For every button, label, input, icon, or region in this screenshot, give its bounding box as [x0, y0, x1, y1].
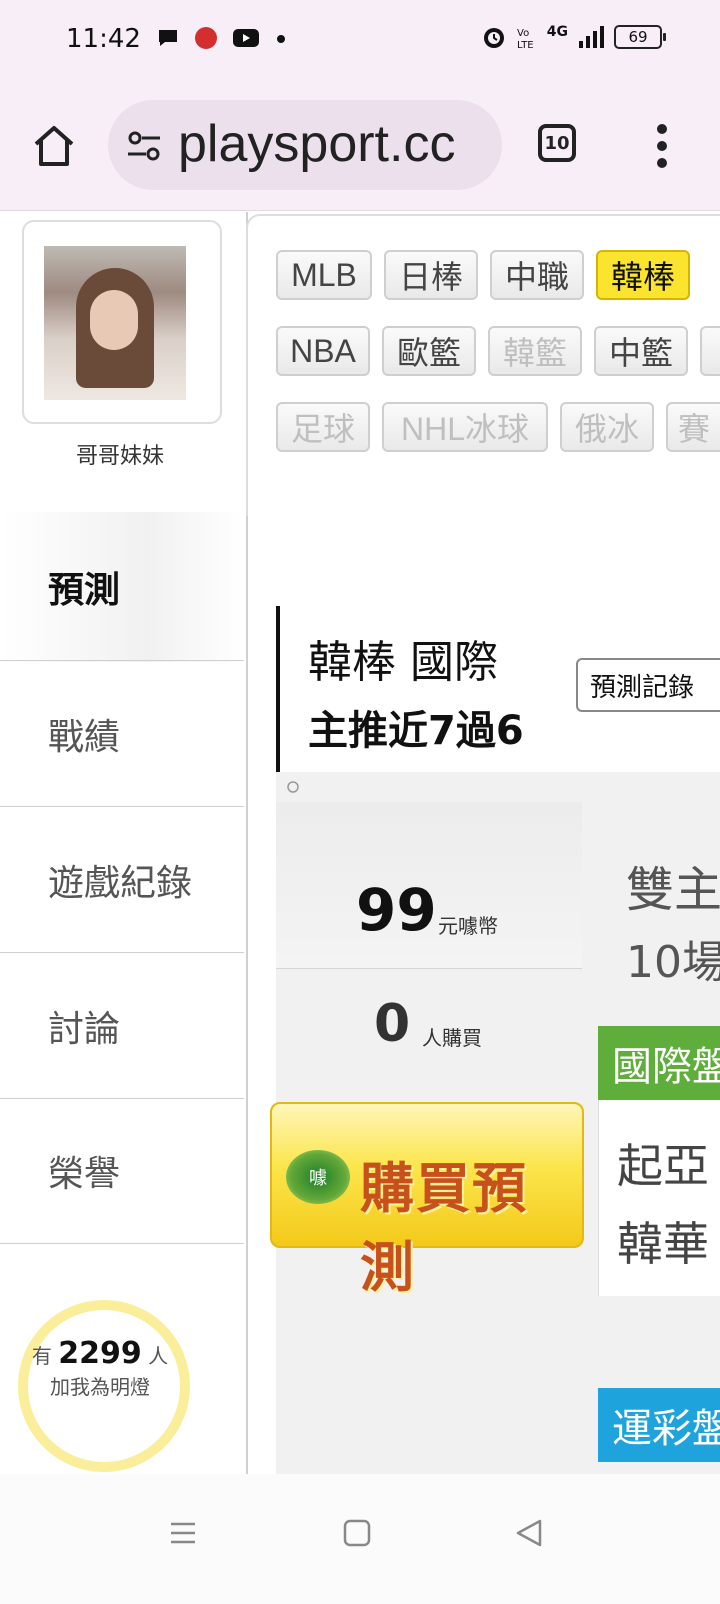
avatar-face	[90, 290, 138, 350]
url-text[interactable]: playsport.cc	[178, 114, 455, 174]
prediction-detail-column: 雙主 10場 國際盤 起亞 韓華 運彩盤	[598, 772, 720, 1474]
intl-odds-header: 國際盤	[598, 1026, 720, 1100]
prediction-record-button[interactable]: 預測記錄	[576, 658, 720, 712]
tab-switcher-button[interactable]: 10	[538, 124, 576, 162]
address-bar[interactable]: playsport.cc	[108, 100, 502, 190]
home-icon[interactable]	[30, 122, 78, 170]
back-icon[interactable]	[514, 1518, 544, 1548]
sportslottery-odds-header: 運彩盤	[598, 1388, 720, 1462]
app-notification-icon	[195, 27, 217, 49]
sidebar-item-record[interactable]: 戰績	[0, 660, 244, 806]
youtube-icon	[233, 29, 259, 47]
league-chip-euro-basketball[interactable]: 歐籃	[382, 326, 476, 376]
league-chip-nba[interactable]: NBA	[276, 326, 370, 376]
site-settings-icon[interactable]	[126, 128, 162, 164]
league-chip-khl: 俄冰	[560, 402, 654, 452]
league-chip-cba[interactable]: 中籃	[594, 326, 688, 376]
follow-suffix: 人	[148, 1344, 169, 1368]
price-divider	[276, 968, 582, 969]
profile-card[interactable]	[22, 220, 222, 424]
coin-seal-icon: 噱	[286, 1150, 350, 1204]
username[interactable]: 哥哥妹妹	[0, 438, 240, 470]
buy-prediction-label: 購買預測	[360, 1157, 528, 1299]
buy-prediction-button[interactable]: 噱 購買預測	[270, 1102, 584, 1299]
buyers-count: 0	[374, 994, 411, 1054]
svg-text:LTE: LTE	[517, 40, 534, 50]
overflow-menu-icon[interactable]	[654, 124, 670, 168]
league-chip-soccer: 足球	[276, 402, 370, 452]
sidebar-item-game-log[interactable]: 遊戲紀錄	[0, 806, 244, 952]
sidebar-item-honor[interactable]: 榮譽	[0, 1098, 244, 1244]
league-chip-more: 賽	[666, 402, 720, 452]
battery-level: 69	[628, 28, 648, 46]
follow-count: 2299	[58, 1336, 142, 1371]
status-right-group: Vo LTE 4G 69	[481, 24, 666, 50]
prediction-streak: 主推近7過6	[308, 708, 524, 754]
avatar[interactable]	[44, 246, 186, 400]
svg-text:Vo: Vo	[517, 28, 529, 39]
system-nav-bar	[0, 1474, 720, 1604]
prediction-league-title: 韓棒 國際	[308, 637, 498, 688]
team-name-1: 起亞	[617, 1139, 709, 1193]
alarm-icon	[483, 28, 504, 48]
recent-apps-icon[interactable]	[168, 1518, 198, 1548]
sidebar-item-predict[interactable]: 預測	[0, 512, 244, 662]
prediction-title-card: 韓棒 國際 主推近7過6 預測記錄	[276, 606, 720, 772]
status-bar: 11:42 Vo LTE 4G 69	[0, 0, 720, 84]
league-chip-cpbl[interactable]: 中職	[490, 250, 584, 300]
league-chip-kbl: 韓籃	[488, 326, 582, 376]
status-time: 11:42	[66, 24, 141, 54]
league-chip-npb[interactable]: 日棒	[384, 250, 478, 300]
prediction-content: 99 元噱幣 0 人購買 噱 購買預測 雙主 10場 國際盤 起亞 韓華 運彩盤	[270, 772, 720, 1474]
league-chip-cutoff[interactable]	[700, 326, 720, 376]
buyers-unit: 人購買	[422, 1026, 482, 1050]
pin-icon	[287, 781, 299, 793]
battery-icon: 69	[614, 25, 666, 49]
intl-odds-body: 起亞 韓華	[598, 1100, 720, 1296]
home-nav-icon[interactable]	[342, 1518, 372, 1548]
sidebar: 哥哥妹妹 預測 戰績 遊戲紀錄 討論 榮譽 有 2299 人 加我為明燈	[0, 212, 248, 1474]
volte-icon: VoLTE	[517, 28, 534, 50]
network-type: 4G	[546, 24, 568, 40]
browser-toolbar: playsport.cc 10	[0, 84, 720, 211]
stat-line-1: 雙主	[626, 862, 720, 918]
league-selector: MLB 日棒 中職 韓棒 NBA 歐籃 韓籃 中籃 足球 NHL冰球 俄冰 賽	[246, 214, 720, 516]
more-notifications-dot-icon	[277, 35, 285, 43]
follow-widget[interactable]: 有 2299 人 加我為明燈	[0, 1336, 200, 1400]
follow-prefix: 有	[31, 1344, 52, 1368]
price-value: 99	[356, 876, 437, 944]
sidebar-item-discussion[interactable]: 討論	[0, 952, 244, 1098]
price-unit: 元噱幣	[438, 914, 498, 938]
chat-bubble-icon	[159, 30, 177, 46]
league-chip-nhl: NHL冰球	[382, 402, 548, 452]
signal-icon	[579, 26, 604, 48]
follow-caption: 加我為明燈	[50, 1375, 150, 1399]
league-chip-kbo[interactable]: 韓棒	[596, 250, 690, 300]
stat-line-2: 10場	[626, 937, 720, 988]
league-chip-mlb[interactable]: MLB	[276, 250, 372, 300]
team-name-2: 韓華	[617, 1217, 709, 1271]
